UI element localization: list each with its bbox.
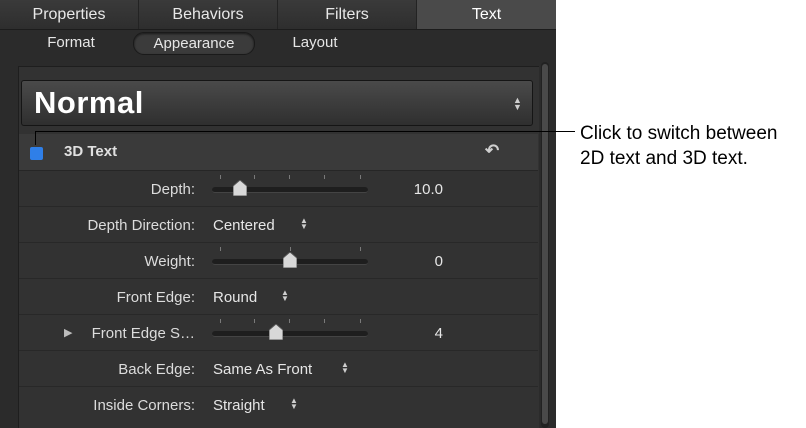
depth-direction-popup[interactable]: Centered [213,217,275,234]
slider-thumb[interactable] [283,252,297,268]
depth-label: Depth: [150,181,195,198]
popup-arrows-icon: ▲ ▼ [281,288,289,303]
scrollbar[interactable] [541,62,549,428]
inspector-tabs: Properties Behaviors Filters Text [0,0,556,30]
back-edge-popup[interactable]: Same As Front [213,361,312,378]
row-front-edge-size: ▶ Front Edge S… 4 [19,315,538,351]
callout-line [35,131,575,132]
depth-direction-label: Depth Direction: [87,217,195,234]
popup-arrows-icon: ▲ ▼ [513,95,522,112]
callout-leader [35,131,36,145]
inspector-panel: Properties Behaviors Filters Text Format… [0,0,556,428]
front-edge-size-slider[interactable] [212,317,370,345]
row-weight: Weight: 0 [19,243,538,279]
section-header-3d-text: 3D Text ↶ [19,134,538,171]
callout-text: Click to switch between 2D text and 3D t… [580,121,777,171]
weight-value[interactable]: 0 [395,253,443,270]
style-preset-popup[interactable]: Normal ▲ ▼ [21,80,533,126]
popup-arrows-icon: ▲ ▼ [341,360,349,375]
row-inside-corners: Inside Corners: Straight ▲ ▼ [19,387,538,423]
weight-slider[interactable] [212,245,370,273]
popup-arrows-icon: ▲ ▼ [290,396,298,411]
slider-thumb[interactable] [269,324,283,340]
slider-track [212,331,368,337]
slider-thumb[interactable] [233,180,247,196]
back-edge-label: Back Edge: [118,361,195,378]
row-depth: Depth: 10.0 [19,171,538,207]
section-title: 3D Text [64,143,118,160]
depth-slider[interactable] [212,173,370,201]
weight-label: Weight: [144,253,195,270]
tab-properties[interactable]: Properties [0,0,139,29]
front-edge-size-value[interactable]: 4 [395,325,443,342]
depth-value[interactable]: 10.0 [395,181,443,198]
scrollbar-thumb[interactable] [542,64,548,424]
inside-corners-popup[interactable]: Straight [213,397,265,414]
front-edge-label: Front Edge: [116,289,195,306]
tab-filters[interactable]: Filters [278,0,417,29]
front-edge-size-label: Front Edge S… [91,325,195,342]
callout-line-2: 2D text and 3D text. [580,148,748,169]
3d-text-checkbox[interactable] [30,147,43,160]
tab-behaviors[interactable]: Behaviors [139,0,278,29]
subtab-format[interactable]: Format [30,32,112,53]
subtab-appearance[interactable]: Appearance [133,32,255,55]
text-subtabs: Format Appearance Layout [0,30,556,56]
front-edge-popup[interactable]: Round [213,289,257,306]
row-front-edge: Front Edge: Round ▲ ▼ [19,279,538,315]
disclosure-triangle-icon[interactable]: ▶ [64,326,72,339]
row-depth-direction: Depth Direction: Centered ▲ ▼ [19,207,538,243]
row-back-edge: Back Edge: Same As Front ▲ ▼ [19,351,538,387]
subtab-layout[interactable]: Layout [276,32,354,53]
inside-corners-label: Inside Corners: [93,397,195,414]
preset-label: Normal [34,85,144,120]
callout-line-1: Click to switch between [580,123,778,144]
reset-icon[interactable]: ↶ [485,141,499,161]
popup-arrows-icon: ▲ ▼ [300,216,308,231]
tab-text[interactable]: Text [417,0,556,29]
